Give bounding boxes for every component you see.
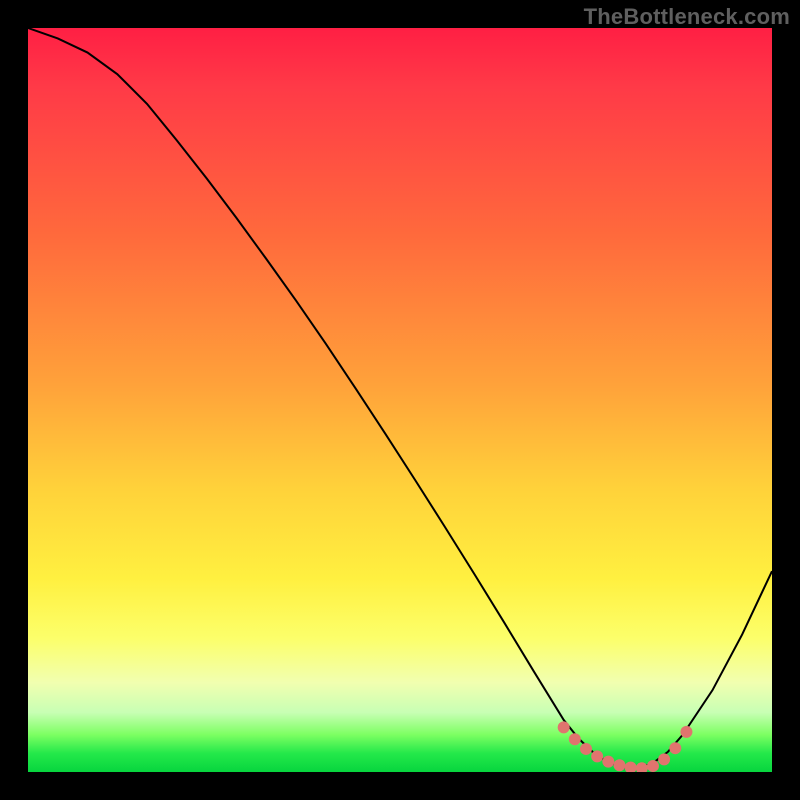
- highlight-dot: [591, 750, 603, 762]
- highlight-dot: [658, 753, 670, 765]
- curve-layer: [28, 28, 772, 772]
- highlight-dot: [669, 742, 681, 754]
- highlight-dot: [558, 721, 570, 733]
- bottleneck-curve: [28, 28, 772, 768]
- highlight-dot: [602, 756, 614, 768]
- highlight-dot: [647, 760, 659, 772]
- watermark-text: TheBottleneck.com: [584, 4, 790, 30]
- highlight-dot: [625, 762, 637, 772]
- chart-frame: TheBottleneck.com: [0, 0, 800, 800]
- bottleneck-curve-path: [28, 28, 772, 768]
- highlight-dot: [636, 762, 648, 772]
- highlight-dot: [580, 743, 592, 755]
- highlight-dot: [613, 759, 625, 771]
- highlight-dot: [680, 726, 692, 738]
- plot-area: [28, 28, 772, 772]
- highlight-dot: [569, 733, 581, 745]
- highlight-dot-group: [558, 721, 693, 772]
